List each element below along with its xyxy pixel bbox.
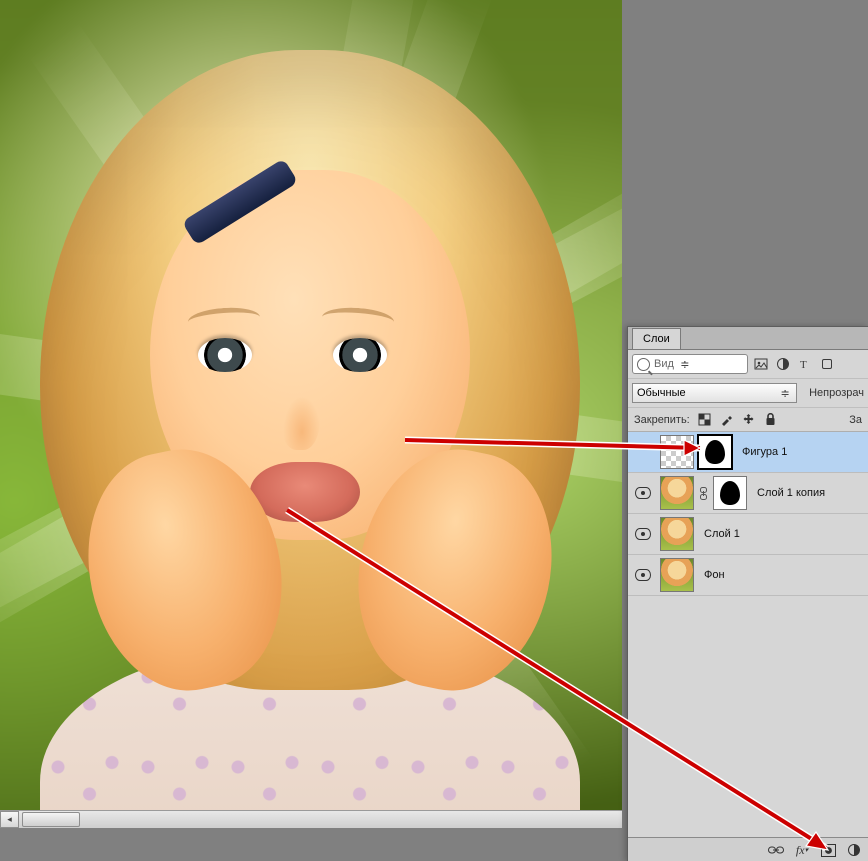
layer-row[interactable]: Фигура 1 — [628, 432, 868, 473]
lock-label: Закрепить: — [634, 414, 690, 426]
opacity-label: Непрозрач — [809, 387, 864, 399]
layer-filter[interactable]: Вид ≑ — [632, 354, 748, 374]
vector-mask-thumb[interactable] — [698, 435, 732, 469]
search-icon — [637, 358, 650, 371]
lock-all-icon[interactable] — [763, 412, 778, 427]
image-subject — [0, 50, 622, 815]
visibility-toggle[interactable] — [628, 528, 658, 540]
layer-row[interactable]: Слой 1 — [628, 514, 868, 555]
scroll-left-button[interactable]: ◂ — [0, 811, 19, 828]
fx-icon[interactable]: fx▾ — [792, 841, 812, 859]
eye-icon — [635, 487, 651, 499]
eye-icon — [635, 569, 651, 581]
eye-icon — [635, 528, 651, 540]
filter-row: Вид ≑ T — [628, 350, 868, 379]
layer-mask-thumb[interactable] — [713, 476, 747, 510]
panel-bottom-strip: fx▾ — [628, 837, 868, 861]
link-mask-icon[interactable] — [698, 486, 709, 500]
layer-row[interactable]: Слой 1 копия — [628, 473, 868, 514]
filter-text-icon[interactable]: T — [796, 355, 814, 373]
layer-name[interactable]: Фигура 1 — [742, 446, 787, 458]
panel-tabs: Слои — [628, 327, 868, 350]
layer-thumb[interactable] — [660, 517, 694, 551]
dropdown-icon: ≑ — [678, 358, 692, 371]
scroll-thumb[interactable] — [22, 812, 80, 827]
horizontal-scrollbar[interactable]: ◂ — [0, 810, 622, 828]
lock-move-icon[interactable] — [741, 412, 756, 427]
layer-thumb[interactable] — [660, 435, 694, 469]
layer-row[interactable]: Фон — [628, 555, 868, 596]
layers-panel: Слои Вид ≑ T Обычные ≑ Непрозрач Закрепи… — [627, 326, 868, 861]
filter-shape-icon[interactable] — [818, 355, 836, 373]
image-area[interactable] — [0, 0, 622, 815]
lock-pixels-icon[interactable] — [697, 412, 712, 427]
link-layers-icon[interactable] — [766, 841, 786, 859]
layer-name[interactable]: Слой 1 — [704, 528, 740, 540]
lock-brush-icon[interactable] — [719, 412, 734, 427]
visibility-toggle[interactable] — [628, 487, 658, 499]
visibility-toggle[interactable] — [628, 569, 658, 581]
filter-adjust-icon[interactable] — [774, 355, 792, 373]
filter-image-icon[interactable] — [752, 355, 770, 373]
blend-row: Обычные ≑ Непрозрач — [628, 379, 868, 408]
layer-thumb[interactable] — [660, 558, 694, 592]
dropdown-icon: ≑ — [778, 387, 792, 400]
adjustment-layer-icon[interactable] — [844, 841, 864, 859]
lock-row: Закрепить: За — [628, 408, 868, 432]
layer-name[interactable]: Слой 1 копия — [757, 487, 825, 499]
filter-label: Вид — [654, 358, 674, 370]
blend-mode-value: Обычные — [637, 387, 686, 399]
layer-thumb[interactable] — [660, 476, 694, 510]
layer-list: Фигура 1 Слой 1 копия Слой 1 Фон — [628, 432, 868, 596]
add-mask-icon[interactable] — [818, 841, 838, 859]
tab-layers[interactable]: Слои — [632, 328, 681, 349]
fill-label: За — [849, 414, 862, 426]
svg-text:T: T — [800, 359, 807, 371]
layer-name[interactable]: Фон — [704, 569, 725, 581]
blend-mode-select[interactable]: Обычные ≑ — [632, 383, 797, 403]
